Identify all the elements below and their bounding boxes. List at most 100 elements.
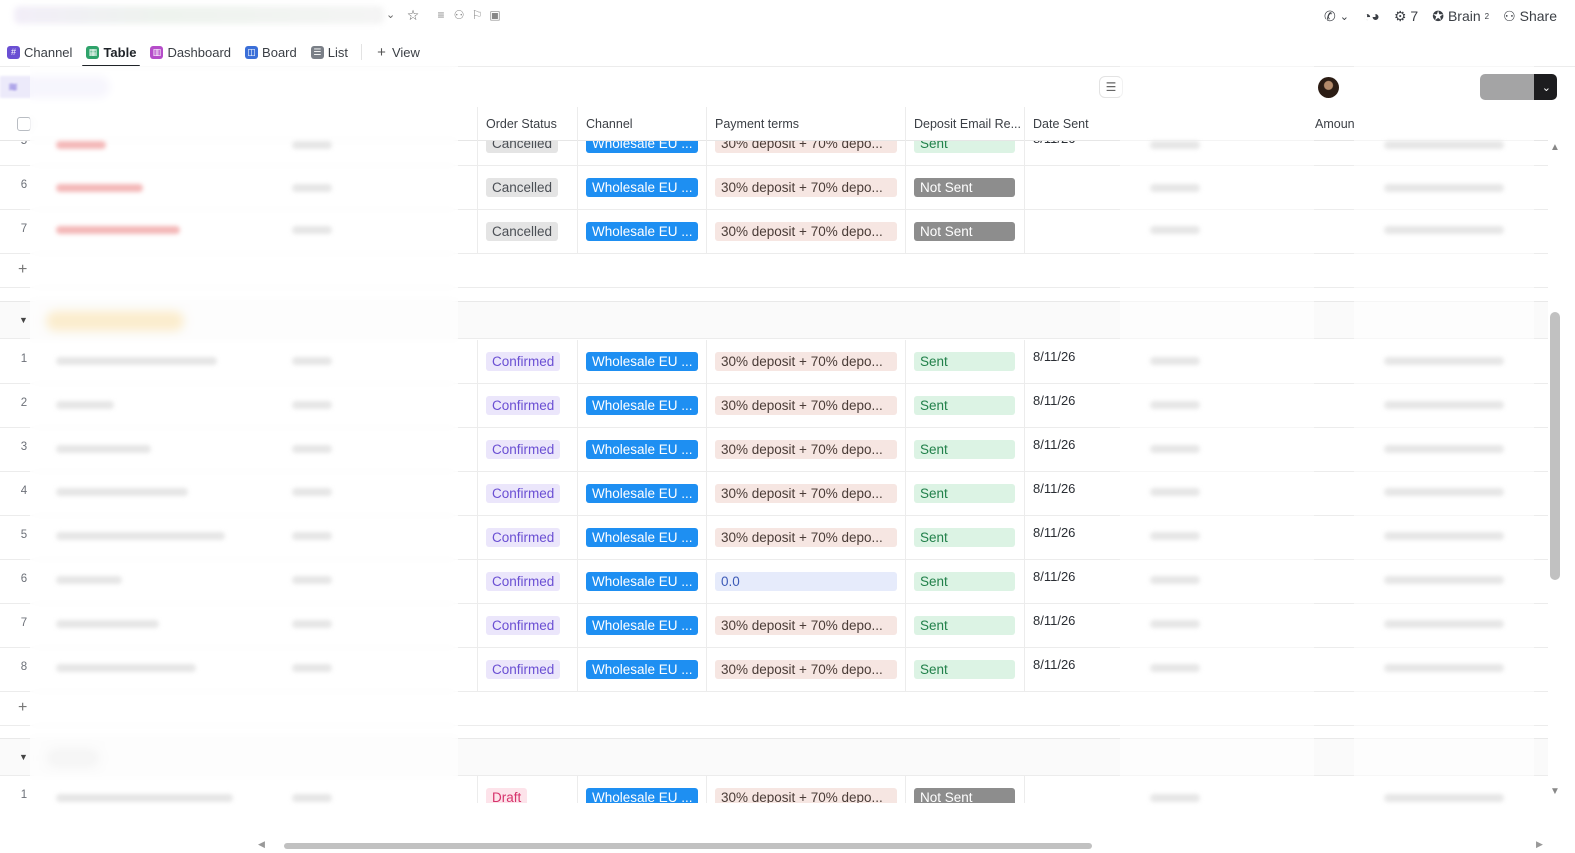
- deposit-email-cell[interactable]: Sent: [905, 384, 1025, 428]
- tab-view[interactable]: + View: [368, 38, 427, 66]
- col-channel[interactable]: Channel: [577, 107, 707, 141]
- order-status-cell[interactable]: Confirmed: [477, 516, 577, 560]
- deposit-status-badge: Sent: [914, 572, 1015, 591]
- tab-list[interactable]: ☰ List: [304, 38, 355, 66]
- avatar[interactable]: [1318, 77, 1339, 98]
- deposit-email-cell[interactable]: Not Sent: [905, 210, 1025, 254]
- blurred-text: [1384, 794, 1504, 802]
- deposit-email-cell[interactable]: Sent: [905, 648, 1025, 692]
- order-status-cell[interactable]: Cancelled: [477, 166, 577, 210]
- deposit-email-cell[interactable]: Sent: [905, 428, 1025, 472]
- col-deposit-email[interactable]: Deposit Email Re...: [905, 107, 1025, 141]
- deposit-email-cell[interactable]: Sent: [905, 604, 1025, 648]
- horizontal-scrollbar[interactable]: ◀ ▶: [258, 839, 1548, 851]
- channel-cell[interactable]: Wholesale EU ...: [577, 604, 707, 648]
- channel-cell[interactable]: Wholesale EU ...: [577, 516, 707, 560]
- channel-cell[interactable]: Wholesale EU ...: [577, 428, 707, 472]
- deposit-email-cell[interactable]: Sent: [905, 516, 1025, 560]
- chevron-down-icon[interactable]: ⌄: [386, 8, 395, 21]
- tab-table[interactable]: ▦ Table: [79, 38, 143, 67]
- col-amount[interactable]: Amoun: [1314, 107, 1354, 141]
- caret-down-icon[interactable]: ▼: [19, 315, 28, 325]
- tab-label: View: [391, 44, 420, 60]
- payment-terms-cell[interactable]: 30% deposit + 70% depo...: [706, 340, 906, 384]
- vertical-scrollbar[interactable]: ▲ ▼: [1548, 140, 1563, 802]
- date-sent-cell[interactable]: [1024, 776, 1120, 803]
- date-sent-cell[interactable]: 8/11/26: [1024, 472, 1120, 516]
- col-date-sent[interactable]: Date Sent: [1024, 107, 1120, 141]
- blurred-text: [292, 445, 332, 453]
- channel-cell[interactable]: Wholesale EU ...: [577, 340, 707, 384]
- date-sent-cell[interactable]: 8/11/26: [1024, 604, 1120, 648]
- date-sent-cell[interactable]: 8/11/26: [1024, 560, 1120, 604]
- calendar-icon[interactable]: ▣: [486, 6, 504, 24]
- breadcrumb[interactable]: [14, 6, 384, 24]
- payment-terms-cell[interactable]: 30% deposit + 70% depo...: [706, 210, 906, 254]
- payment-terms-cell[interactable]: 30% deposit + 70% depo...: [706, 472, 906, 516]
- blurred-region: [1120, 66, 1314, 836]
- deposit-email-cell[interactable]: Not Sent: [905, 776, 1025, 803]
- payment-terms-cell[interactable]: 30% deposit + 70% depo...: [706, 516, 906, 560]
- call-button[interactable]: ✆ ⌄: [1324, 8, 1349, 25]
- date-sent-cell[interactable]: 8/11/26: [1024, 648, 1120, 692]
- tab-dashboard[interactable]: ▥ Dashboard: [143, 38, 238, 66]
- order-status-cell[interactable]: Confirmed: [477, 384, 577, 428]
- payment-terms-cell[interactable]: 30% deposit + 70% depo...: [706, 166, 906, 210]
- tab-board[interactable]: ◫ Board: [238, 38, 304, 66]
- star-icon[interactable]: ☆: [404, 6, 422, 24]
- description-icon[interactable]: ≡: [432, 6, 450, 24]
- scroll-up-icon[interactable]: ▲: [1550, 142, 1560, 153]
- scroll-down-icon[interactable]: ▼: [1550, 786, 1560, 797]
- payment-terms-cell[interactable]: 0.0: [706, 560, 906, 604]
- blurred-text: [1150, 357, 1200, 365]
- date-sent-cell[interactable]: 8/11/26: [1024, 516, 1120, 560]
- deposit-email-cell[interactable]: Sent: [905, 560, 1025, 604]
- date-sent-cell[interactable]: 8/11/26: [1024, 384, 1120, 428]
- order-status-cell[interactable]: Confirmed: [477, 604, 577, 648]
- select-all-checkbox[interactable]: [17, 117, 31, 131]
- date-sent-cell[interactable]: [1024, 166, 1120, 210]
- scroll-left-icon[interactable]: ◀: [258, 839, 265, 850]
- order-status-cell[interactable]: Draft: [477, 776, 577, 803]
- scroll-thumb[interactable]: [1550, 312, 1560, 580]
- user-icon[interactable]: ⚇: [450, 6, 468, 24]
- tab-channel[interactable]: # Channel: [0, 38, 79, 66]
- channel-badge: Wholesale EU ...: [586, 788, 698, 803]
- deposit-email-cell[interactable]: Not Sent: [905, 166, 1025, 210]
- share-button[interactable]: ⚇ Share: [1503, 8, 1557, 25]
- col-order-status[interactable]: Order Status: [477, 107, 577, 141]
- payment-terms-cell[interactable]: 30% deposit + 70% depo...: [706, 428, 906, 472]
- channel-cell[interactable]: Wholesale EU ...: [577, 776, 707, 803]
- date-sent-cell[interactable]: [1024, 210, 1120, 254]
- payment-terms-cell[interactable]: 30% deposit + 70% depo...: [706, 776, 906, 803]
- order-status-cell[interactable]: Confirmed: [477, 428, 577, 472]
- agents-button[interactable]: ⚙ 7: [1394, 8, 1418, 25]
- brain-button[interactable]: ✪ Brain 2: [1432, 8, 1489, 25]
- channel-cell[interactable]: Wholesale EU ...: [577, 166, 707, 210]
- order-status-cell[interactable]: Confirmed: [477, 648, 577, 692]
- payment-terms-cell[interactable]: 30% deposit + 70% depo...: [706, 384, 906, 428]
- order-status-cell[interactable]: Confirmed: [477, 340, 577, 384]
- order-status-cell[interactable]: Cancelled: [477, 210, 577, 254]
- date-sent-cell[interactable]: 8/11/26: [1024, 340, 1120, 384]
- scroll-thumb[interactable]: [284, 843, 1092, 849]
- date-sent-cell[interactable]: 8/11/26: [1024, 428, 1120, 472]
- channel-cell[interactable]: Wholesale EU ...: [577, 472, 707, 516]
- channel-cell[interactable]: Wholesale EU ...: [577, 384, 707, 428]
- payment-terms-cell[interactable]: 30% deposit + 70% depo...: [706, 604, 906, 648]
- deposit-email-cell[interactable]: Sent: [905, 340, 1025, 384]
- col-payment-terms[interactable]: Payment terms: [706, 107, 906, 141]
- payment-terms-cell[interactable]: 30% deposit + 70% depo...: [706, 648, 906, 692]
- scroll-right-icon[interactable]: ▶: [1536, 839, 1543, 850]
- blurred-text: [1150, 664, 1200, 672]
- caret-down-icon[interactable]: ▼: [19, 752, 28, 762]
- flag-icon[interactable]: ⚐: [468, 6, 486, 24]
- incognito-button[interactable]: ◔◕: [1363, 8, 1380, 24]
- order-status-cell[interactable]: Confirmed: [477, 472, 577, 516]
- deposit-email-cell[interactable]: Sent: [905, 472, 1025, 516]
- channel-cell[interactable]: Wholesale EU ...: [577, 210, 707, 254]
- share-label: Share: [1519, 8, 1557, 24]
- channel-cell[interactable]: Wholesale EU ...: [577, 648, 707, 692]
- order-status-cell[interactable]: Confirmed: [477, 560, 577, 604]
- channel-cell[interactable]: Wholesale EU ...: [577, 560, 707, 604]
